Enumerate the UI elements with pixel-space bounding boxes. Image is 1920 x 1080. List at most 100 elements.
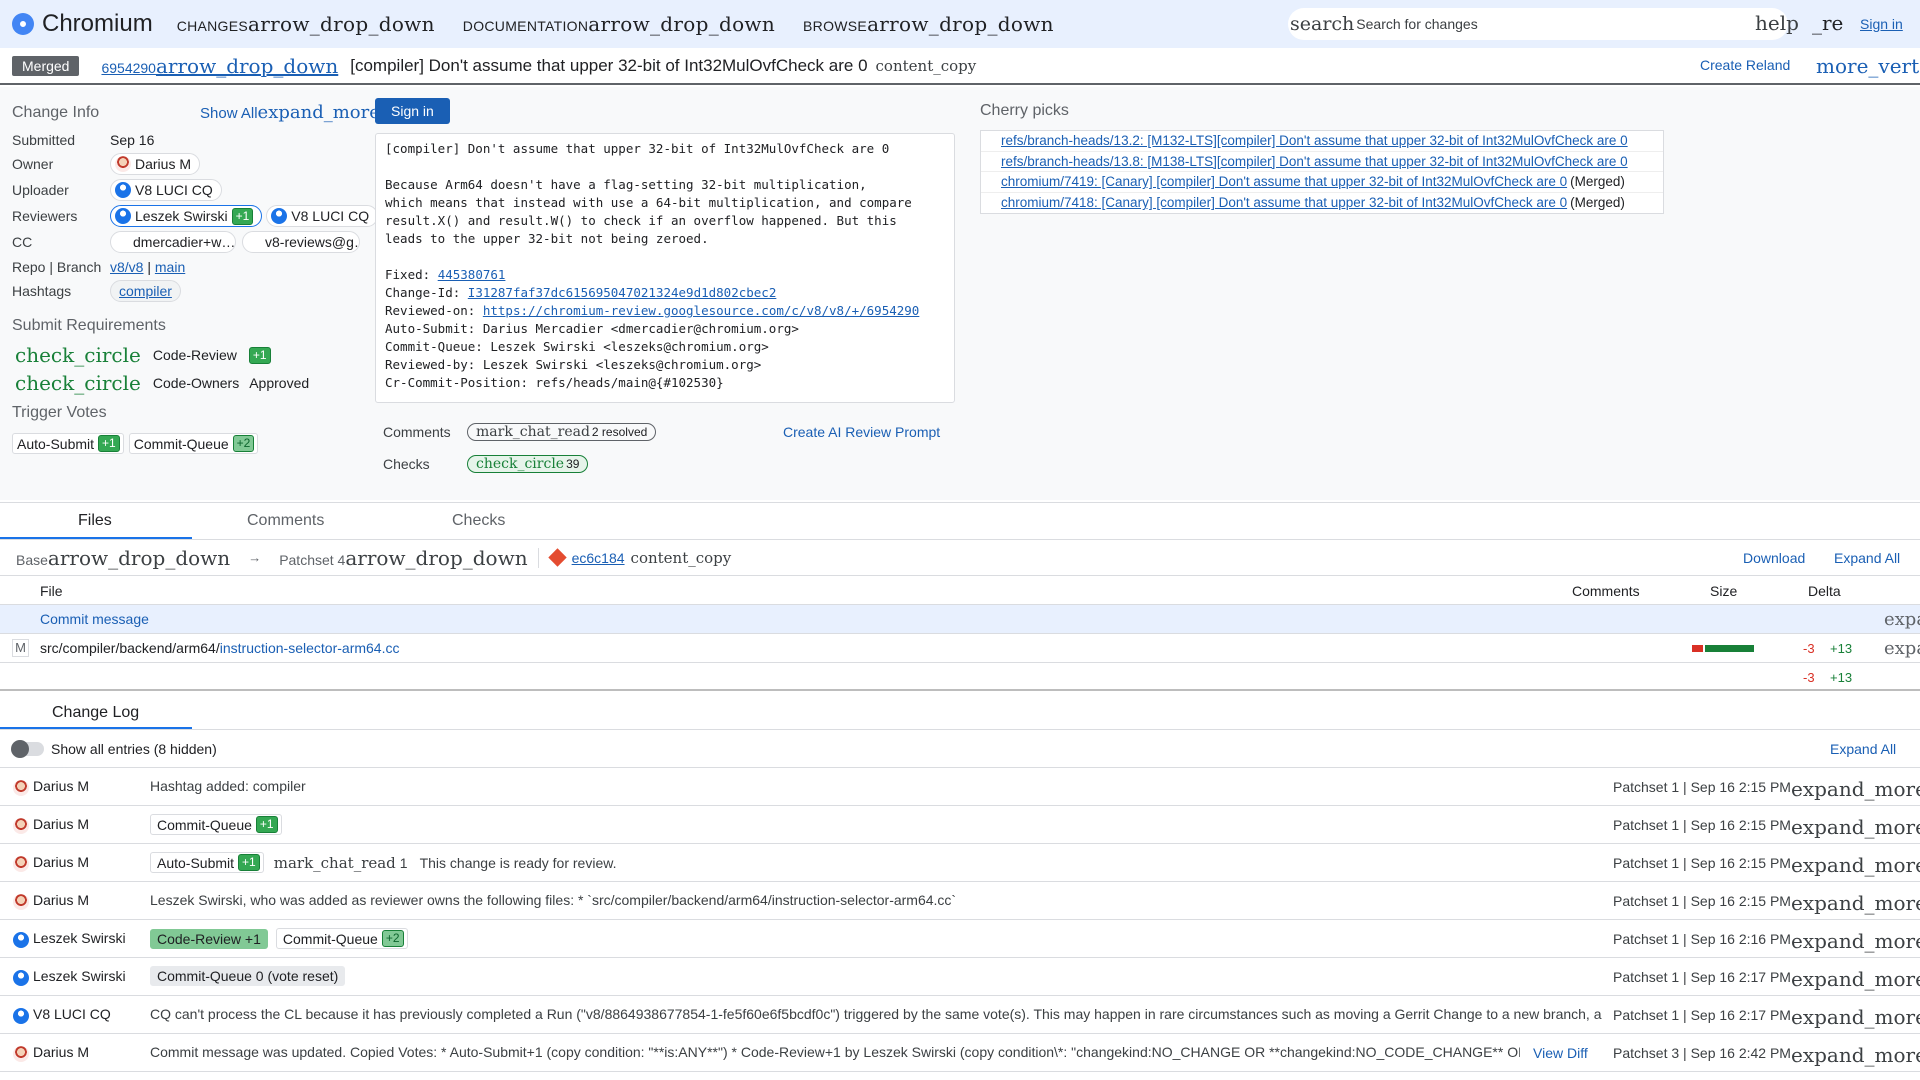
cherry-pick-link[interactable]: refs/branch-heads/13.2: [M132-LTS][compi… [1001,133,1628,148]
hashtag-chip[interactable]: compiler [110,280,181,302]
checks-summary: Checks check_circle 39 [383,455,589,473]
vote-badge: +1 [231,207,254,225]
log-message: Commit-Queue +1 [150,814,290,835]
show-all-entries-toggle[interactable] [11,740,44,758]
column-size: Size [1710,583,1738,599]
log-entry[interactable]: Darius M Auto-Submit +1 mark_chat_read 1 … [0,844,1920,882]
trigger-vote-chip[interactable]: Auto-Submit +1 [12,433,124,454]
trigger-votes-list: Auto-Submit +1 Commit-Queue +2 [12,433,259,454]
more-vert-icon[interactable]: more_vert [1816,54,1919,78]
file-table-header: File Comments Size Delta [0,577,1920,605]
help-icon[interactable]: help [1755,11,1799,35]
log-entry[interactable]: Darius M Commit message was updated. Cop… [0,1034,1920,1072]
requirement-code-owners[interactable]: check_circle Code-Owners Approved [15,371,309,395]
copy-icon[interactable]: content_copy [631,549,732,567]
vote-badge: +1 [238,854,260,871]
view-diff-link[interactable]: View Diff [1533,1045,1588,1061]
cherry-pick-row: refs/branch-heads/13.2: [M132-LTS][compi… [981,131,1663,152]
bug-link[interactable]: 445380761 [438,267,506,282]
expand-all-files-button[interactable]: Expand All [1834,550,1900,566]
change-id-link[interactable]: I31287faf37dc615695047021324e9d1d802cbec… [468,285,777,300]
log-entry[interactable]: Leszek Swirski Code-Review +1 Commit-Que… [0,920,1920,958]
log-entry[interactable]: V8 LUCI CQ CQ can't process the CL becau… [0,996,1920,1034]
search-input[interactable] [1356,16,1737,32]
avatar [13,970,29,986]
settings-icon[interactable]: _re [1812,11,1843,35]
checks-pill[interactable]: check_circle 39 [467,455,589,473]
reviewed-on-link[interactable]: https://chromium-review.googlesource.com… [483,303,920,318]
expand-more-icon[interactable]: expand_more [1791,929,1920,953]
cherry-picks-title: Cherry picks [980,102,1069,119]
log-entry[interactable]: Darius M Commit-Queue +1 Patchset 1 | Sep… [0,806,1920,844]
expand-more-icon[interactable]: expand_more [1791,853,1920,877]
log-message: Hashtag added: compiler [150,778,306,794]
trigger-vote-chip[interactable]: Commit-Queue +2 [128,433,259,454]
tab-comments[interactable]: Comments [247,512,324,530]
file-total-row: -3 +13 [0,663,1920,691]
cherry-pick-link[interactable]: chromium/7419: [Canary] [compiler] Don't… [1001,174,1567,189]
expand-icon[interactable]: expa [1884,609,1920,630]
chromium-logo[interactable]: Chromium [12,10,153,38]
log-entry[interactable]: Darius M Hashtag added: compiler Patchse… [0,768,1920,806]
change-number-link[interactable]: 6954290 arrow_drop_down [101,54,338,78]
hashtag-link[interactable]: compiler [119,283,172,299]
nav-changes[interactable]: CHANGES arrow_drop_down [177,12,435,36]
tab-checks[interactable]: Checks [452,512,505,530]
cc-chip[interactable]: dmercadier+w… [110,231,236,253]
branch-link[interactable]: main [155,259,185,275]
chromium-logo-icon [12,13,34,35]
change-subject: [compiler] Don't assume that upper 32-bi… [350,55,868,75]
expand-all-log-button[interactable]: Expand All [1830,741,1896,757]
size-bar-added [1705,645,1754,652]
log-message: Code-Review +1 Commit-Queue +2 [150,928,416,949]
log-entry[interactable]: Darius M Leszek Swirski, who was added a… [0,882,1920,920]
commit-message-row[interactable]: Commit message expa [0,605,1920,634]
commit-sha-link[interactable]: ec6c184 [572,550,625,566]
show-all-button[interactable]: Show All expand_more [200,102,380,123]
reviewer-chip[interactable]: Leszek Swirski +1 [110,205,263,227]
mark-chat-read-icon: mark_chat_read [476,424,590,440]
sign-in-link[interactable]: Sign in [1860,16,1903,32]
log-entry[interactable]: Leszek Swirski Commit-Queue 0 (vote rese… [0,958,1920,996]
sign-in-button[interactable]: Sign in [375,98,450,124]
expand-more-icon[interactable]: expand_more [1791,1043,1920,1067]
repo-branch-value: v8/v8 | main [110,259,186,275]
base-select[interactable]: Base arrow_drop_down [16,546,230,570]
uploader-chip[interactable]: V8 LUCI CQ [110,179,222,201]
commit-message-link[interactable]: Commit message [40,611,149,627]
log-meta: Patchset 1 | Sep 16 2:16 PM [1613,931,1791,947]
search-box[interactable]: search [1288,8,1788,40]
log-author: Darius M [33,854,90,870]
change-log-tab: Change Log [0,693,1920,730]
expand-icon[interactable]: expa [1884,638,1920,659]
vote-label-chip: Code-Review +1 [150,928,268,949]
expand-more-icon[interactable]: expand_more [1791,891,1920,915]
file-path[interactable]: src/compiler/backend/arm64/instruction-s… [40,640,399,656]
nav-documentation[interactable]: DOCUMENTATION arrow_drop_down [463,12,775,36]
cherry-pick-link[interactable]: chromium/7418: [Canary] [compiler] Don't… [1001,195,1567,210]
log-meta: Patchset 1 | Sep 16 2:15 PM [1613,893,1791,909]
expand-more-icon[interactable]: expand_more [1791,777,1920,801]
tab-change-log[interactable]: Change Log [52,704,139,722]
arrow-drop-down-icon: arrow_drop_down [155,53,339,78]
create-ai-review-prompt-button[interactable]: Create AI Review Prompt [783,424,940,440]
cc-chip[interactable]: v8-reviews@g… [242,231,360,253]
cherry-pick-link[interactable]: refs/branch-heads/13.8: [M138-LTS][compi… [1001,154,1628,169]
expand-more-icon[interactable]: expand_more [1791,1005,1920,1029]
file-row[interactable]: M src/compiler/backend/arm64/instruction… [0,634,1920,663]
log-message: Leszek Swirski, who was added as reviewe… [150,892,957,908]
copy-icon[interactable]: content_copy [876,57,977,75]
tab-files[interactable]: Files [78,512,112,530]
repo-link[interactable]: v8/v8 [110,259,143,275]
download-button[interactable]: Download [1743,550,1805,566]
expand-more-icon[interactable]: expand_more [1791,815,1920,839]
expand-more-icon[interactable]: expand_more [1791,967,1920,991]
checks-value: 39 [566,457,580,471]
comments-pill[interactable]: mark_chat_read 2 resolved [467,423,657,441]
reviewer-chip[interactable]: V8 LUCI CQ [266,205,379,227]
nav-browse[interactable]: BROWSE arrow_drop_down [803,12,1054,36]
create-reland-button[interactable]: Create Reland [1700,57,1790,73]
patchset-select[interactable]: Patchset 4 arrow_drop_down [279,546,527,570]
owner-chip[interactable]: Darius M [110,153,201,175]
requirement-code-review[interactable]: check_circle Code-Review +1 [15,343,271,367]
